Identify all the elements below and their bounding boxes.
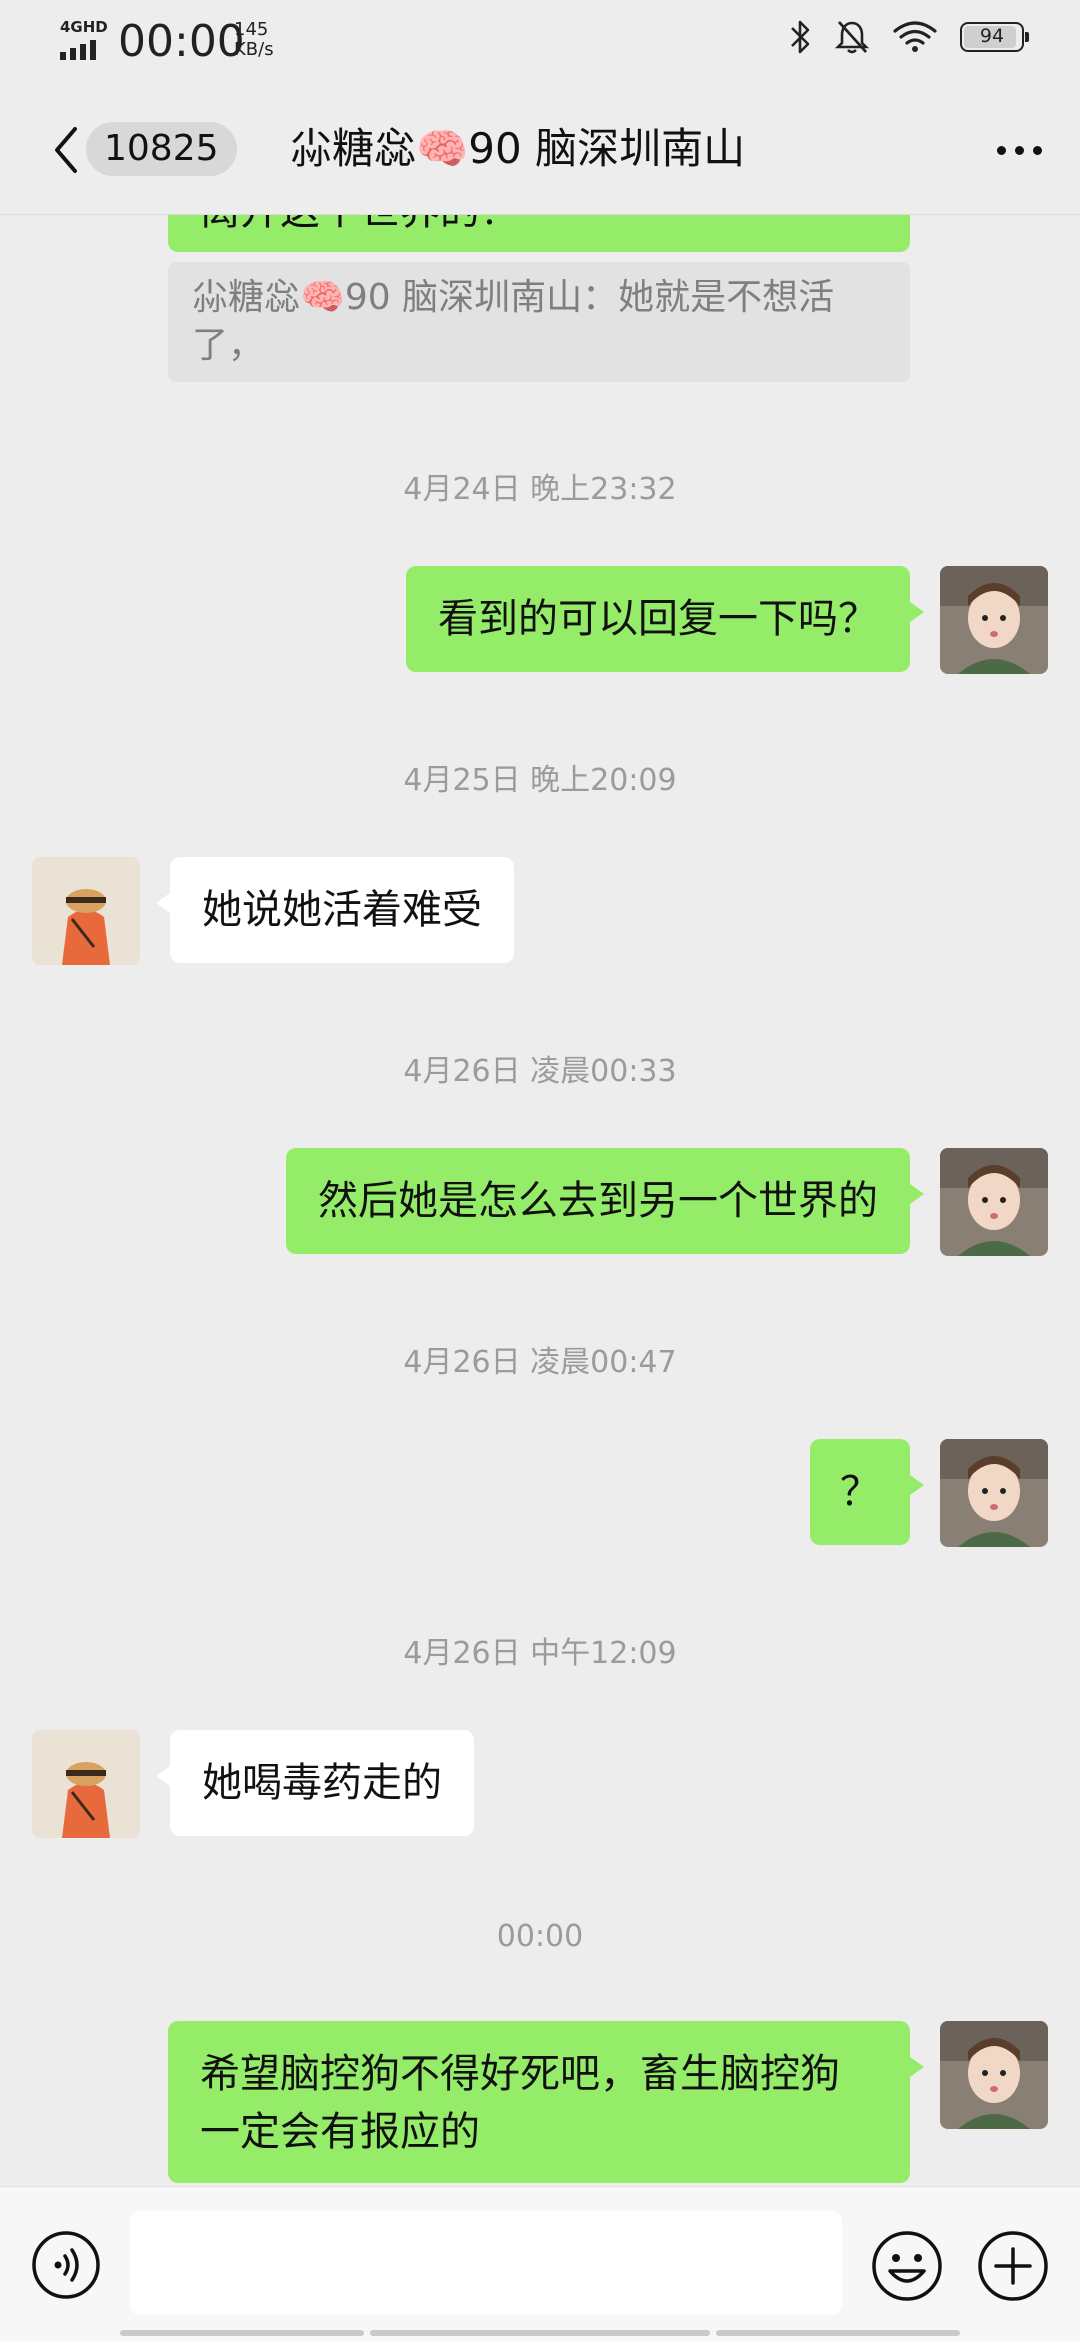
message-bubble-incoming[interactable]: 她说她活着难受 <box>156 857 514 963</box>
gesture-bar <box>120 2330 364 2336</box>
timestamp: 4月24日 晚上23:32 <box>403 472 677 507</box>
chevron-left-icon <box>55 127 77 173</box>
message-bubble-outgoing[interactable]: ？ <box>810 1439 924 1545</box>
more-options-button[interactable] <box>984 120 1054 180</box>
message-text: ？ <box>840 1469 880 1515</box>
message-text: 希望脑控狗不得好死吧，畜生脑控狗一定会有报应的 <box>200 2051 840 2155</box>
message-text: 然后她是怎么去到另一个世界的 <box>318 1178 878 1224</box>
my-avatar[interactable] <box>940 2021 1048 2129</box>
message-bubble-outgoing[interactable]: 然后她是怎么去到另一个世界的 <box>286 1148 924 1254</box>
message-input[interactable] <box>130 2211 842 2315</box>
message-list[interactable]: 离开这个世界的？ 尛糖惢🧠90 脑深圳南山：她就是不想活了， 4月24日 晚上2… <box>0 0 1080 2186</box>
more-dot-icon <box>1032 145 1042 155</box>
emoji-icon[interactable] <box>870 2229 944 2303</box>
timestamp: 4月26日 中午12:09 <box>403 1636 677 1671</box>
my-avatar[interactable] <box>940 1148 1048 1256</box>
contact-avatar[interactable] <box>32 1730 140 1838</box>
message-bubble-incoming[interactable]: 她喝毒药走的 <box>156 1730 474 1836</box>
gesture-bar <box>716 2330 960 2336</box>
message-text: 她说她活着难受 <box>202 887 482 933</box>
input-bar <box>0 2186 1080 2341</box>
message-bubble-outgoing[interactable]: 看到的可以回复一下吗？ <box>406 566 924 672</box>
message-text: 看到的可以回复一下吗？ <box>438 596 878 642</box>
add-icon[interactable] <box>976 2229 1050 2303</box>
chat-header: 10825 尛糖惢🧠90 脑深圳南山 <box>0 84 1080 215</box>
contact-avatar[interactable] <box>32 857 140 965</box>
my-avatar[interactable] <box>940 1439 1048 1547</box>
timestamp: 4月25日 晚上20:09 <box>403 763 677 798</box>
timestamp: 4月26日 凌晨00:47 <box>403 1345 677 1380</box>
message-text: 她喝毒药走的 <box>202 1760 442 1806</box>
quoted-message[interactable]: 尛糖惢🧠90 脑深圳南山：她就是不想活了， <box>168 262 910 382</box>
message-bubble-outgoing[interactable]: 希望脑控狗不得好死吧，畜生脑控狗一定会有报应的 <box>168 2021 924 2183</box>
timestamp: 00:00 <box>496 1919 584 1954</box>
more-dot-icon <box>1014 145 1024 155</box>
more-dot-icon <box>996 145 1006 155</box>
chat-title[interactable]: 尛糖惢🧠90 脑深圳南山 <box>290 122 745 176</box>
voice-input-icon[interactable] <box>30 2229 102 2301</box>
my-avatar[interactable] <box>940 566 1048 674</box>
unread-count-badge[interactable]: 10825 <box>86 122 237 176</box>
gesture-bar <box>370 2330 710 2336</box>
timestamp: 4月26日 凌晨00:33 <box>403 1054 677 1089</box>
